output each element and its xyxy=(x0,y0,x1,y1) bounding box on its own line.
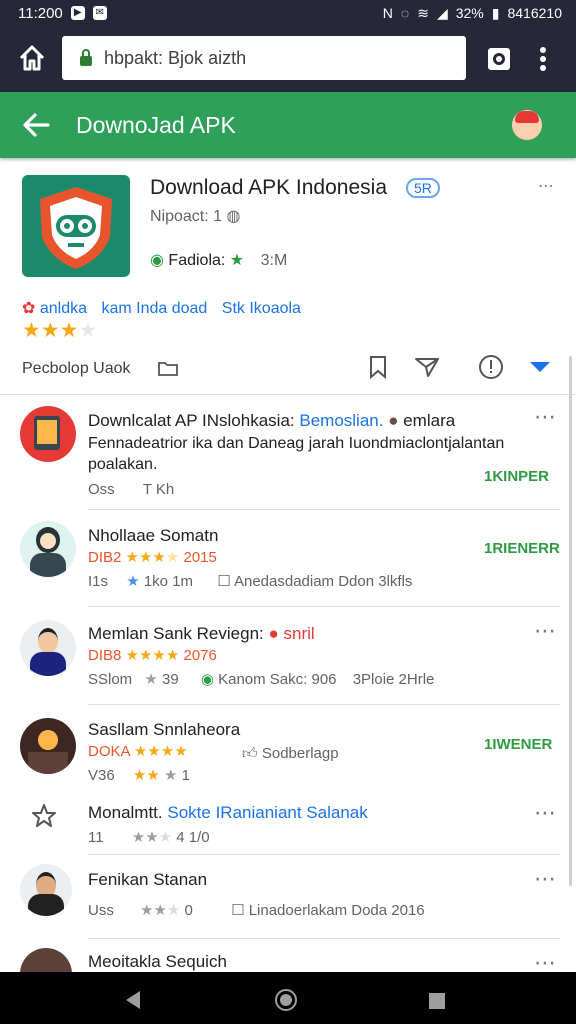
comment-divider xyxy=(88,854,560,855)
nav-back-icon[interactable] xyxy=(124,990,142,1010)
comment-more-icon[interactable]: ⋯ xyxy=(534,800,557,826)
emoji-icon: ● xyxy=(268,624,279,643)
star-icon: ★ xyxy=(144,671,158,688)
comment-icon: ☐ xyxy=(217,573,231,590)
comment-badge: 1KINPER xyxy=(484,468,550,485)
action-label: Pecbolop Uaok xyxy=(22,360,131,377)
signal-icon: ◢ xyxy=(436,4,448,21)
comment-title: Sasllam Snnlaheora xyxy=(88,720,241,739)
comment-meta: Uss ★★★ 0 ☐ Linadoerlakam Doda 2016 xyxy=(88,902,425,919)
badge-text: 5R xyxy=(414,180,432,196)
tag-1[interactable]: anldka xyxy=(40,300,87,317)
notification-icon: ▶ xyxy=(70,6,85,20)
app-name: Download APK Indonesia xyxy=(150,176,387,199)
system-nav-bar xyxy=(0,972,576,1024)
comment-subtitle: DIB8 ★★★★ 2076 xyxy=(88,647,217,664)
like-row[interactable]: 👍︎ Sodberlagp xyxy=(242,745,339,763)
rating-row: ◉ Fadiola: ★ 3:M xyxy=(150,252,288,269)
comment-badge: 1IWENER xyxy=(484,736,553,753)
expand-arrow-icon[interactable] xyxy=(528,360,552,374)
emoji-icon: ● xyxy=(388,411,399,430)
bookmark-icon[interactable] xyxy=(368,355,388,379)
comment-body: Fennadeatrior ika dan Daneag jarah Iuond… xyxy=(88,435,505,473)
comment-title: Meoitakla Sequich xyxy=(88,952,227,971)
back-arrow-icon[interactable] xyxy=(22,112,50,138)
comment-title: Downlcalat AP INslohkasia: Bemoslian. ● … xyxy=(88,411,456,430)
url-text: hbpakt: Bjok aizth xyxy=(104,47,247,68)
comment-subtitle: DOKA ★★★★ xyxy=(88,743,188,760)
battery-percent: 32% xyxy=(455,5,484,21)
vibrate-icon: ◌ xyxy=(400,5,410,21)
battery-icon: ▮ xyxy=(491,4,500,21)
comment-meta: 11 ★★★ 4 1/0 xyxy=(88,829,210,846)
overflow-dots-icon[interactable]: ⋯ xyxy=(538,176,555,196)
comment-meta: V36 ★★ ★ 1 xyxy=(88,767,190,784)
comment-avatar[interactable] xyxy=(20,521,76,577)
comment-more-icon[interactable]: ⋯ xyxy=(534,866,557,892)
app-star-rating: ★★★★ xyxy=(22,319,98,342)
app-badge: 5R xyxy=(406,178,440,198)
comment-subtitle: DIB2 ★★★★ 2015 xyxy=(88,549,217,566)
comment-meta: Oss T Kh xyxy=(88,481,175,498)
green-star-icon: ★ xyxy=(229,252,245,269)
tag-3[interactable]: Stk Ikoaola xyxy=(222,300,301,317)
comment-avatar[interactable] xyxy=(20,718,76,774)
status-bar: 11:200 ▶ ✉ N ◌ ≋ ◢ 32% ▮ 8416210 xyxy=(0,0,576,26)
lock-icon xyxy=(80,49,92,66)
nav-home-icon[interactable] xyxy=(274,988,298,1012)
comment-meta: SSlom ★ 39 ◉ Kanom Sakc: 906 3Ploie 2Hrl… xyxy=(88,671,435,688)
status-time: 11:200 xyxy=(18,4,63,22)
user-avatar[interactable] xyxy=(512,110,542,140)
comment-title: Memlan Sank Reviegn: ● snril xyxy=(88,624,315,643)
folder-icon[interactable] xyxy=(158,360,178,376)
url-bar[interactable]: hbpakt: Bjok aizth xyxy=(62,36,466,80)
comment-divider xyxy=(88,704,560,705)
browser-toolbar: hbpakt: Bjok aizth xyxy=(0,26,576,92)
comment-badge: 1RIENERR xyxy=(484,540,560,557)
app-icon xyxy=(22,175,130,277)
globe-icon: ◍ xyxy=(226,208,241,225)
tag-row: ✿ anldka kam Inda doad Stk Ikoaola xyxy=(22,298,301,318)
comment-avatar[interactable] xyxy=(20,620,76,676)
app-bar: DownoJad APK xyxy=(0,92,576,158)
message-icon: ✉ xyxy=(92,6,107,20)
nav-recents-icon[interactable] xyxy=(428,992,446,1010)
flower-icon: ✿ xyxy=(22,300,36,317)
comment-meta: I1s ★ 1ko 1m ☐ Anedasdadiam Ddon 3lkfls xyxy=(88,573,413,590)
comment-divider xyxy=(88,509,560,510)
info-icon[interactable] xyxy=(478,354,504,380)
scrollbar[interactable] xyxy=(569,356,572,886)
comment-title: Nhollaae Somatn xyxy=(88,526,219,545)
star-icon: ★ xyxy=(126,573,140,590)
nfc-icon: N xyxy=(382,5,393,21)
home-icon[interactable] xyxy=(18,44,46,72)
status-right-text: 8416210 xyxy=(507,5,562,21)
comment-title: Fenikan Stanan xyxy=(88,870,208,889)
star-outline-icon[interactable] xyxy=(30,802,58,830)
menu-icon[interactable] xyxy=(538,46,548,72)
comment-divider xyxy=(88,606,560,607)
share-icon[interactable] xyxy=(414,356,440,378)
check-circle-icon: ◉ xyxy=(200,671,214,688)
thumbs-up-icon: 👍︎ xyxy=(242,745,258,762)
developer-name: Nipoact: 1 ◍ xyxy=(150,208,241,225)
section-divider xyxy=(0,394,576,395)
check-circle-icon: ◉ xyxy=(150,252,164,269)
wifi-icon: ≋ xyxy=(417,4,429,21)
comment-icon: ☐ xyxy=(231,902,245,919)
comment-more-icon[interactable]: ⋯ xyxy=(534,618,557,644)
comment-avatar[interactable] xyxy=(20,406,76,462)
comment-avatar[interactable] xyxy=(20,864,72,916)
tag-2[interactable]: kam Inda doad xyxy=(101,300,207,317)
comment-title: Monalmtt. Sokte IRanianiant Salanak xyxy=(88,803,368,822)
tab-switcher-icon[interactable] xyxy=(486,46,512,72)
page-title: DownoJad APK xyxy=(76,112,236,138)
comment-more-icon[interactable]: ⋯ xyxy=(534,404,557,430)
comment-divider xyxy=(88,938,560,939)
